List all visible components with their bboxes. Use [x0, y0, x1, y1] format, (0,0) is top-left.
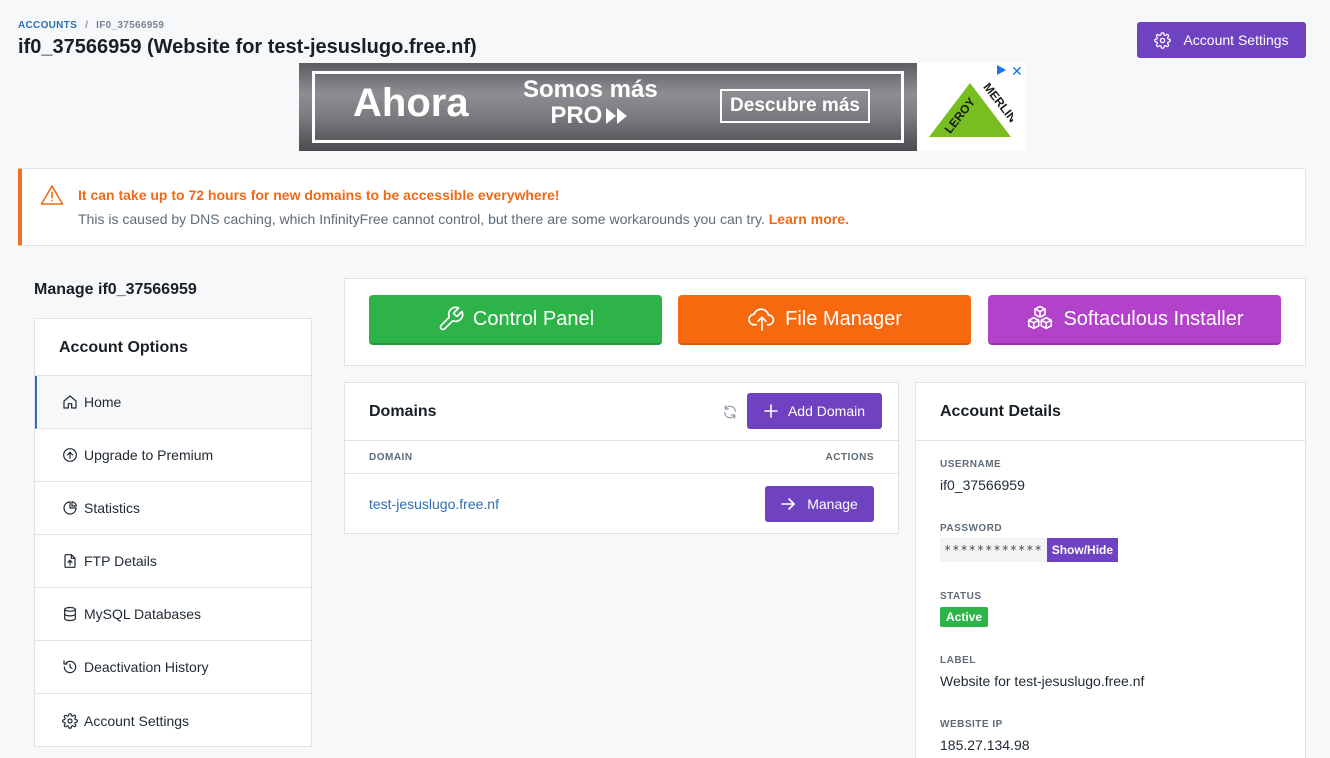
domains-header: Domains Add Domain [345, 383, 898, 441]
softaculous-installer-button[interactable]: Softaculous Installer [988, 295, 1281, 345]
ad-headline: Ahora [353, 81, 469, 125]
password-mask: ************ [940, 538, 1047, 562]
website-ip-value: 185.27.134.98 [940, 737, 1030, 753]
control-panel-label: Control Panel [472, 307, 595, 330]
username-label: USERNAME [940, 459, 1002, 470]
domain-link[interactable]: test-jesuslugo.free.nf [369, 496, 499, 512]
sidebar-item-label: FTP Details [84, 553, 157, 569]
sidebar-item-label: Statistics [84, 500, 141, 516]
account-settings-label: Account Settings [1183, 32, 1289, 48]
detail-password: PASSWORD ************ Show/Hide [940, 523, 1119, 562]
breadcrumb-accounts-link[interactable]: ACCOUNTS [18, 20, 77, 31]
breadcrumb: ACCOUNTS / IF0_37566959 [18, 20, 164, 31]
gear-icon [1154, 31, 1172, 49]
database-icon [62, 606, 78, 622]
label-label: LABEL [940, 655, 976, 666]
file-manager-button[interactable]: File Manager [678, 295, 971, 345]
manage-label: Manage [807, 496, 858, 512]
learn-more-link[interactable]: Learn more. [769, 211, 849, 227]
domains-title: Domains [369, 403, 437, 420]
sidebar-title: Account Options [35, 319, 311, 376]
manage-domain-button[interactable]: Manage [765, 486, 874, 522]
account-settings-button[interactable]: Account Settings [1137, 22, 1306, 58]
plus-icon [764, 404, 778, 418]
sidebar-item-label: Account Settings [84, 712, 190, 729]
domains-card: Domains Add Domain DOMAIN ACTIONS test-j… [344, 382, 899, 534]
sidebar-item-label: Upgrade to Premium [84, 447, 214, 463]
show-hide-password-button[interactable]: Show/Hide [1046, 538, 1119, 562]
ad-cta-button[interactable]: Descubre más [720, 89, 870, 123]
advertisement-banner[interactable]: Ahora Somos más PRO Descubre más LEROY M… [299, 63, 1026, 151]
breadcrumb-current: IF0_37566959 [96, 20, 165, 31]
pie-chart-icon [62, 500, 78, 516]
alert-title: It can take up to 72 hours for new domai… [78, 187, 560, 203]
sidebar-item-mysql-databases[interactable]: MySQL Databases [35, 588, 311, 641]
status-badge: Active [940, 607, 989, 627]
sidebar-item-label: MySQL Databases [84, 606, 201, 622]
password-row: ************ Show/Hide [940, 538, 1119, 562]
username-value: if0_37566959 [940, 477, 1025, 493]
sidebar-item-upgrade[interactable]: Upgrade to Premium [35, 429, 311, 482]
arrow-up-circle-icon [62, 447, 78, 463]
file-manager-label: File Manager [785, 307, 902, 330]
leroy-merlin-logo[interactable]: LEROY MERLIN [927, 79, 1013, 145]
sidebar-item-ftp-details[interactable]: FTP Details [35, 535, 311, 588]
website-ip-label: WEBSITE IP [940, 719, 1003, 730]
home-icon [62, 394, 78, 410]
ad-tagline: Somos más PRO [523, 77, 658, 129]
dns-propagation-alert: It can take up to 72 hours for new domai… [18, 168, 1306, 246]
ad-tagline-line2: PRO [523, 103, 658, 129]
double-arrow-icon [604, 106, 630, 126]
breadcrumb-separator: / [85, 20, 89, 31]
label-value: Website for test-jesuslugo.free.nf [940, 673, 1145, 689]
add-domain-label: Add Domain [787, 403, 866, 419]
arrow-right-icon [781, 497, 796, 511]
sidebar-item-home[interactable]: Home [35, 376, 311, 429]
refresh-icon [722, 404, 738, 420]
detail-username: USERNAME if0_37566959 [940, 459, 1025, 493]
wrench-icon [437, 305, 465, 333]
sidebar-item-label: Deactivation History [84, 659, 209, 675]
column-header-domain: DOMAIN [369, 452, 413, 463]
file-upload-icon [62, 553, 78, 569]
warning-triangle-icon [40, 184, 64, 206]
history-icon [62, 659, 78, 675]
account-details-card: Account Details USERNAME if0_37566959 PA… [915, 382, 1306, 758]
ad-close-icon[interactable]: ✕ [1011, 63, 1023, 80]
ad-tagline-line1: Somos más [523, 76, 658, 103]
account-options-sidebar: Account Options Home Upgrade to Premium … [34, 318, 312, 747]
softaculous-label: Softaculous Installer [1063, 307, 1244, 330]
refresh-domains-button[interactable] [715, 397, 745, 427]
launch-panel: Control Panel File Manager Softaculous I… [344, 278, 1306, 366]
domains-table-header: DOMAIN ACTIONS [345, 441, 898, 474]
cloud-upload-icon [747, 305, 777, 333]
cubes-icon [1025, 304, 1055, 334]
detail-website-ip: WEBSITE IP 185.27.134.98 [940, 719, 1030, 753]
table-row: test-jesuslugo.free.nf Manage [345, 474, 898, 534]
manage-heading: Manage if0_37566959 [34, 281, 197, 298]
ad-info-icon[interactable] [995, 64, 1007, 76]
sidebar-item-statistics[interactable]: Statistics [35, 482, 311, 535]
ad-tagline-pro: PRO [550, 102, 603, 129]
detail-status: STATUS Active [940, 591, 989, 627]
account-details-title: Account Details [916, 383, 1305, 441]
sidebar-item-deactivation-history[interactable]: Deactivation History [35, 641, 311, 694]
alert-body: This is caused by DNS caching, which Inf… [78, 211, 849, 227]
sidebar-item-label: Home [84, 394, 122, 410]
column-header-actions: ACTIONS [825, 452, 874, 463]
alert-body-text: This is caused by DNS caching, which Inf… [78, 211, 765, 227]
control-panel-button[interactable]: Control Panel [369, 295, 662, 345]
sidebar-item-account-settings[interactable]: Account Settings [35, 694, 311, 747]
ad-main-panel[interactable]: Ahora Somos más PRO Descubre más [299, 63, 917, 151]
page-title: if0_37566959 (Website for test-jesuslugo… [18, 36, 477, 58]
add-domain-button[interactable]: Add Domain [747, 393, 882, 429]
status-label: STATUS [940, 591, 982, 602]
detail-label: LABEL Website for test-jesuslugo.free.nf [940, 655, 1144, 689]
gear-icon [62, 712, 78, 729]
password-label: PASSWORD [940, 523, 1003, 534]
